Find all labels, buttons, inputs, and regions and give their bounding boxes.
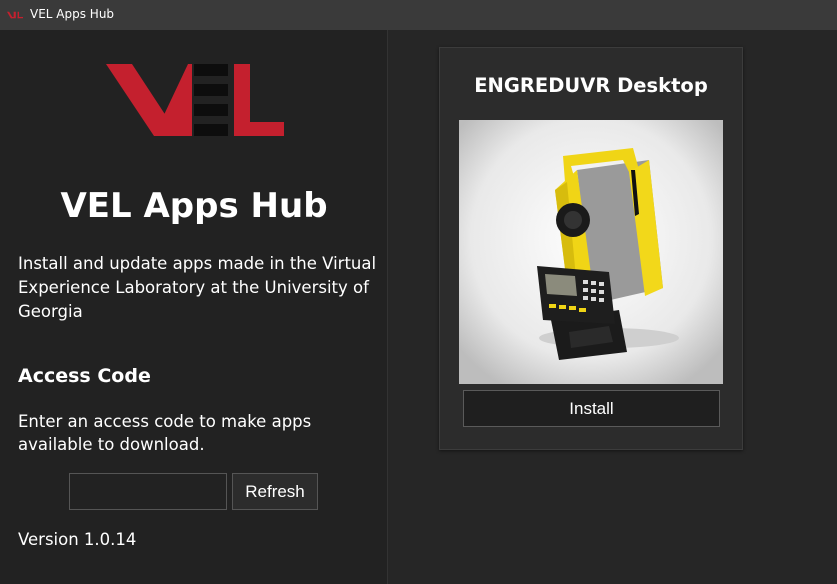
hub-description: Install and update apps made in the Virt… bbox=[18, 254, 377, 321]
app-name: ENGREDUVR Desktop bbox=[474, 74, 708, 97]
hub-title: VEL Apps Hub bbox=[60, 186, 328, 226]
access-code-input[interactable] bbox=[69, 473, 227, 510]
vel-logo bbox=[106, 64, 284, 136]
apps-panel: ENGREDUVR Desktop Install bbox=[389, 30, 837, 584]
install-button[interactable]: Install bbox=[463, 390, 720, 427]
access-code-heading: Access Code bbox=[18, 365, 151, 387]
window-title: VEL Apps Hub bbox=[30, 7, 115, 21]
access-code-description: Enter an access code to make apps availa… bbox=[18, 412, 312, 454]
title-bar[interactable]: VEL Apps Hub bbox=[0, 0, 837, 30]
sidebar: VEL Apps Hub Install and update apps mad… bbox=[0, 30, 388, 584]
app-card: ENGREDUVR Desktop Install bbox=[439, 47, 743, 450]
total-station-image bbox=[459, 120, 723, 384]
refresh-button[interactable]: Refresh bbox=[232, 473, 318, 510]
vel-logo-icon bbox=[7, 11, 23, 19]
version-label: Version 1.0.14 bbox=[18, 530, 137, 549]
